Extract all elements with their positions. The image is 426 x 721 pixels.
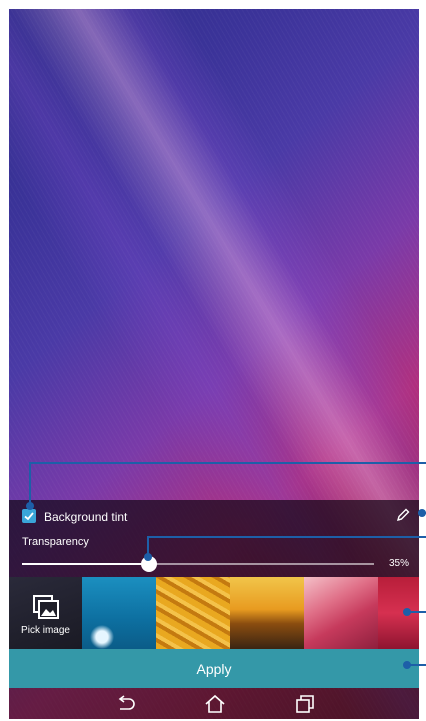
home-icon[interactable] xyxy=(204,694,226,714)
pick-image-button[interactable]: Pick image xyxy=(9,577,82,649)
background-tint-checkbox[interactable] xyxy=(22,509,36,523)
transparency-label: Transparency xyxy=(22,536,89,548)
tint-panel: Background tint Transparency 35% xyxy=(9,500,419,577)
pick-image-label: Pick image xyxy=(21,625,70,636)
pencil-icon[interactable] xyxy=(395,507,411,523)
wallpaper-thumbnail[interactable] xyxy=(304,577,378,649)
check-icon xyxy=(24,512,34,521)
transparency-value: 35% xyxy=(389,558,410,569)
navigation-bar xyxy=(9,688,419,719)
wallpaper-thumbnail-strip[interactable]: Pick image xyxy=(9,577,419,649)
wallpaper-screen: Background tint Transparency 35% Pick im… xyxy=(9,9,419,719)
slider-fill xyxy=(22,563,149,565)
wallpaper-thumbnail[interactable] xyxy=(156,577,230,649)
wallpaper-thumbnail[interactable] xyxy=(82,577,156,649)
apply-button[interactable]: Apply xyxy=(9,649,419,688)
back-icon[interactable] xyxy=(115,694,137,714)
transparency-slider[interactable] xyxy=(22,556,374,572)
recents-icon[interactable] xyxy=(294,694,316,714)
callout-dot xyxy=(418,509,426,517)
background-tint-label: Background tint xyxy=(44,510,128,524)
wallpaper-thumbnail[interactable] xyxy=(230,577,304,649)
slider-thumb[interactable] xyxy=(140,556,157,572)
gallery-icon xyxy=(33,595,59,619)
wallpaper-thumbnail[interactable] xyxy=(378,577,419,649)
